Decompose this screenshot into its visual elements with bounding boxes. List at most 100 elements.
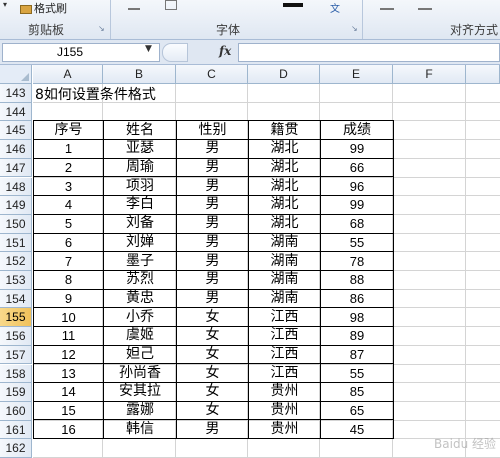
- table-cell[interactable]: 女: [176, 363, 249, 384]
- column-header-f[interactable]: F: [393, 65, 466, 84]
- row-header-147[interactable]: 147: [0, 158, 32, 178]
- table-cell[interactable]: 96: [320, 176, 394, 197]
- row-header-144[interactable]: 144: [0, 102, 32, 122]
- table-cell[interactable]: 3: [33, 176, 104, 197]
- table-cell[interactable]: 12: [33, 344, 104, 365]
- table-cell[interactable]: 江西: [248, 363, 321, 384]
- table-cell[interactable]: 10: [33, 307, 104, 327]
- row-header-154[interactable]: 154: [0, 289, 32, 309]
- table-cell[interactable]: 2: [33, 157, 104, 178]
- table-cell[interactable]: 55: [320, 363, 394, 384]
- row-header-151[interactable]: 151: [0, 233, 32, 253]
- format-painter-button[interactable]: 格式刷: [20, 0, 67, 15]
- table-cell[interactable]: 项羽: [103, 176, 177, 197]
- table-cell[interactable]: 姓名: [103, 120, 177, 141]
- table-cell[interactable]: 7: [33, 251, 104, 271]
- row-header-160[interactable]: 160: [0, 401, 32, 421]
- table-cell[interactable]: 6: [33, 232, 104, 253]
- table-cell[interactable]: 88: [320, 269, 394, 290]
- table-cell[interactable]: 韩信: [103, 419, 177, 440]
- table-cell[interactable]: 性别: [176, 120, 249, 141]
- table-cell[interactable]: 11: [33, 325, 104, 346]
- table-cell[interactable]: 虞姬: [103, 325, 177, 346]
- table-cell[interactable]: 贵州: [248, 382, 321, 402]
- table-cell[interactable]: 湖北: [248, 139, 321, 159]
- row-header-156[interactable]: 156: [0, 327, 32, 346]
- cell-grid[interactable]: 8如何设置条件格式 序号 姓名 性别 籍贯 成绩 1 亚瑟男湖北 99 2 周瑜男湖北 66 3 项羽男…: [33, 84, 500, 458]
- table-cell[interactable]: 87: [320, 344, 394, 365]
- formula-bar-handle[interactable]: [162, 43, 188, 62]
- select-all-button[interactable]: [0, 65, 32, 84]
- table-cell[interactable]: 湖南: [248, 288, 321, 309]
- table-cell[interactable]: 湖南: [248, 232, 321, 253]
- table-cell[interactable]: 4: [33, 195, 104, 215]
- row-header-152[interactable]: 152: [0, 252, 32, 271]
- table-cell[interactable]: 女: [176, 307, 249, 327]
- row-header-159[interactable]: 159: [0, 383, 32, 402]
- table-cell[interactable]: 1: [33, 139, 104, 159]
- table-cell[interactable]: 13: [33, 363, 104, 384]
- table-cell[interactable]: 65: [320, 400, 394, 421]
- row-header-150[interactable]: 150: [0, 214, 32, 234]
- table-cell[interactable]: 女: [176, 382, 249, 402]
- table-cell[interactable]: 女: [176, 325, 249, 346]
- table-cell[interactable]: 亚瑟: [103, 139, 177, 159]
- table-cell[interactable]: 黄忠: [103, 288, 177, 309]
- column-header-a[interactable]: A: [33, 65, 103, 84]
- row-header-153[interactable]: 153: [0, 271, 32, 290]
- table-cell[interactable]: 苏烈: [103, 269, 177, 290]
- table-cell[interactable]: 湖北: [248, 176, 321, 197]
- table-cell[interactable]: 8: [33, 269, 104, 290]
- table-cell[interactable]: 周瑜: [103, 157, 177, 178]
- name-box-dropdown-icon[interactable]: ▼: [145, 44, 152, 54]
- table-cell[interactable]: 女: [176, 400, 249, 421]
- row-header-149[interactable]: 149: [0, 196, 32, 215]
- table-cell[interactable]: 89: [320, 325, 394, 346]
- table-cell[interactable]: 妲己: [103, 344, 177, 365]
- row-header-158[interactable]: 158: [0, 364, 32, 384]
- name-box[interactable]: J155: [2, 43, 160, 62]
- insert-function-icon[interactable]: fx: [219, 44, 231, 58]
- table-cell[interactable]: 刘婵: [103, 232, 177, 253]
- table-cell[interactable]: 刘备: [103, 213, 177, 234]
- table-cell[interactable]: 成绩: [320, 120, 394, 141]
- table-cell[interactable]: 男: [176, 213, 249, 234]
- column-header-e[interactable]: E: [320, 65, 393, 84]
- table-cell[interactable]: 5: [33, 213, 104, 234]
- table-cell[interactable]: 14: [33, 382, 104, 402]
- row-header-155[interactable]: 155: [0, 308, 32, 328]
- table-cell[interactable]: 男: [176, 288, 249, 309]
- align-center-icon[interactable]: [418, 0, 432, 10]
- table-cell[interactable]: 16: [33, 419, 104, 440]
- table-cell[interactable]: 9: [33, 288, 104, 309]
- table-cell[interactable]: 男: [176, 139, 249, 159]
- dropdown-arrow-icon[interactable]: ▾: [3, 0, 7, 10]
- table-cell[interactable]: 江西: [248, 307, 321, 327]
- table-cell[interactable]: 贵州: [248, 400, 321, 421]
- table-cell[interactable]: 86: [320, 288, 394, 309]
- table-cell[interactable]: 贵州: [248, 419, 321, 440]
- table-cell[interactable]: 78: [320, 251, 394, 271]
- table-cell[interactable]: 99: [320, 195, 394, 215]
- row-header-157[interactable]: 157: [0, 345, 32, 365]
- table-cell[interactable]: 湖北: [248, 195, 321, 215]
- table-cell[interactable]: 序号: [33, 120, 104, 141]
- phonetic-icon[interactable]: 文: [330, 0, 340, 15]
- row-header-143[interactable]: 143: [0, 84, 32, 103]
- table-cell[interactable]: 江西: [248, 325, 321, 346]
- table-cell[interactable]: 湖南: [248, 269, 321, 290]
- row-header-145[interactable]: 145: [0, 121, 32, 141]
- table-cell[interactable]: 男: [176, 157, 249, 178]
- align-icon[interactable]: [380, 0, 394, 10]
- table-cell[interactable]: 墨子: [103, 251, 177, 271]
- table-cell[interactable]: 湖北: [248, 157, 321, 178]
- table-cell[interactable]: 15: [33, 400, 104, 421]
- column-header-d[interactable]: D: [248, 65, 320, 84]
- column-header-b[interactable]: B: [103, 65, 176, 84]
- table-cell[interactable]: 小乔: [103, 307, 177, 327]
- table-cell[interactable]: 66: [320, 157, 394, 178]
- row-header-146[interactable]: 146: [0, 140, 32, 159]
- font-launcher-icon[interactable]: ↘: [351, 25, 359, 33]
- column-header-c[interactable]: C: [176, 65, 248, 84]
- table-cell[interactable]: 露娜: [103, 400, 177, 421]
